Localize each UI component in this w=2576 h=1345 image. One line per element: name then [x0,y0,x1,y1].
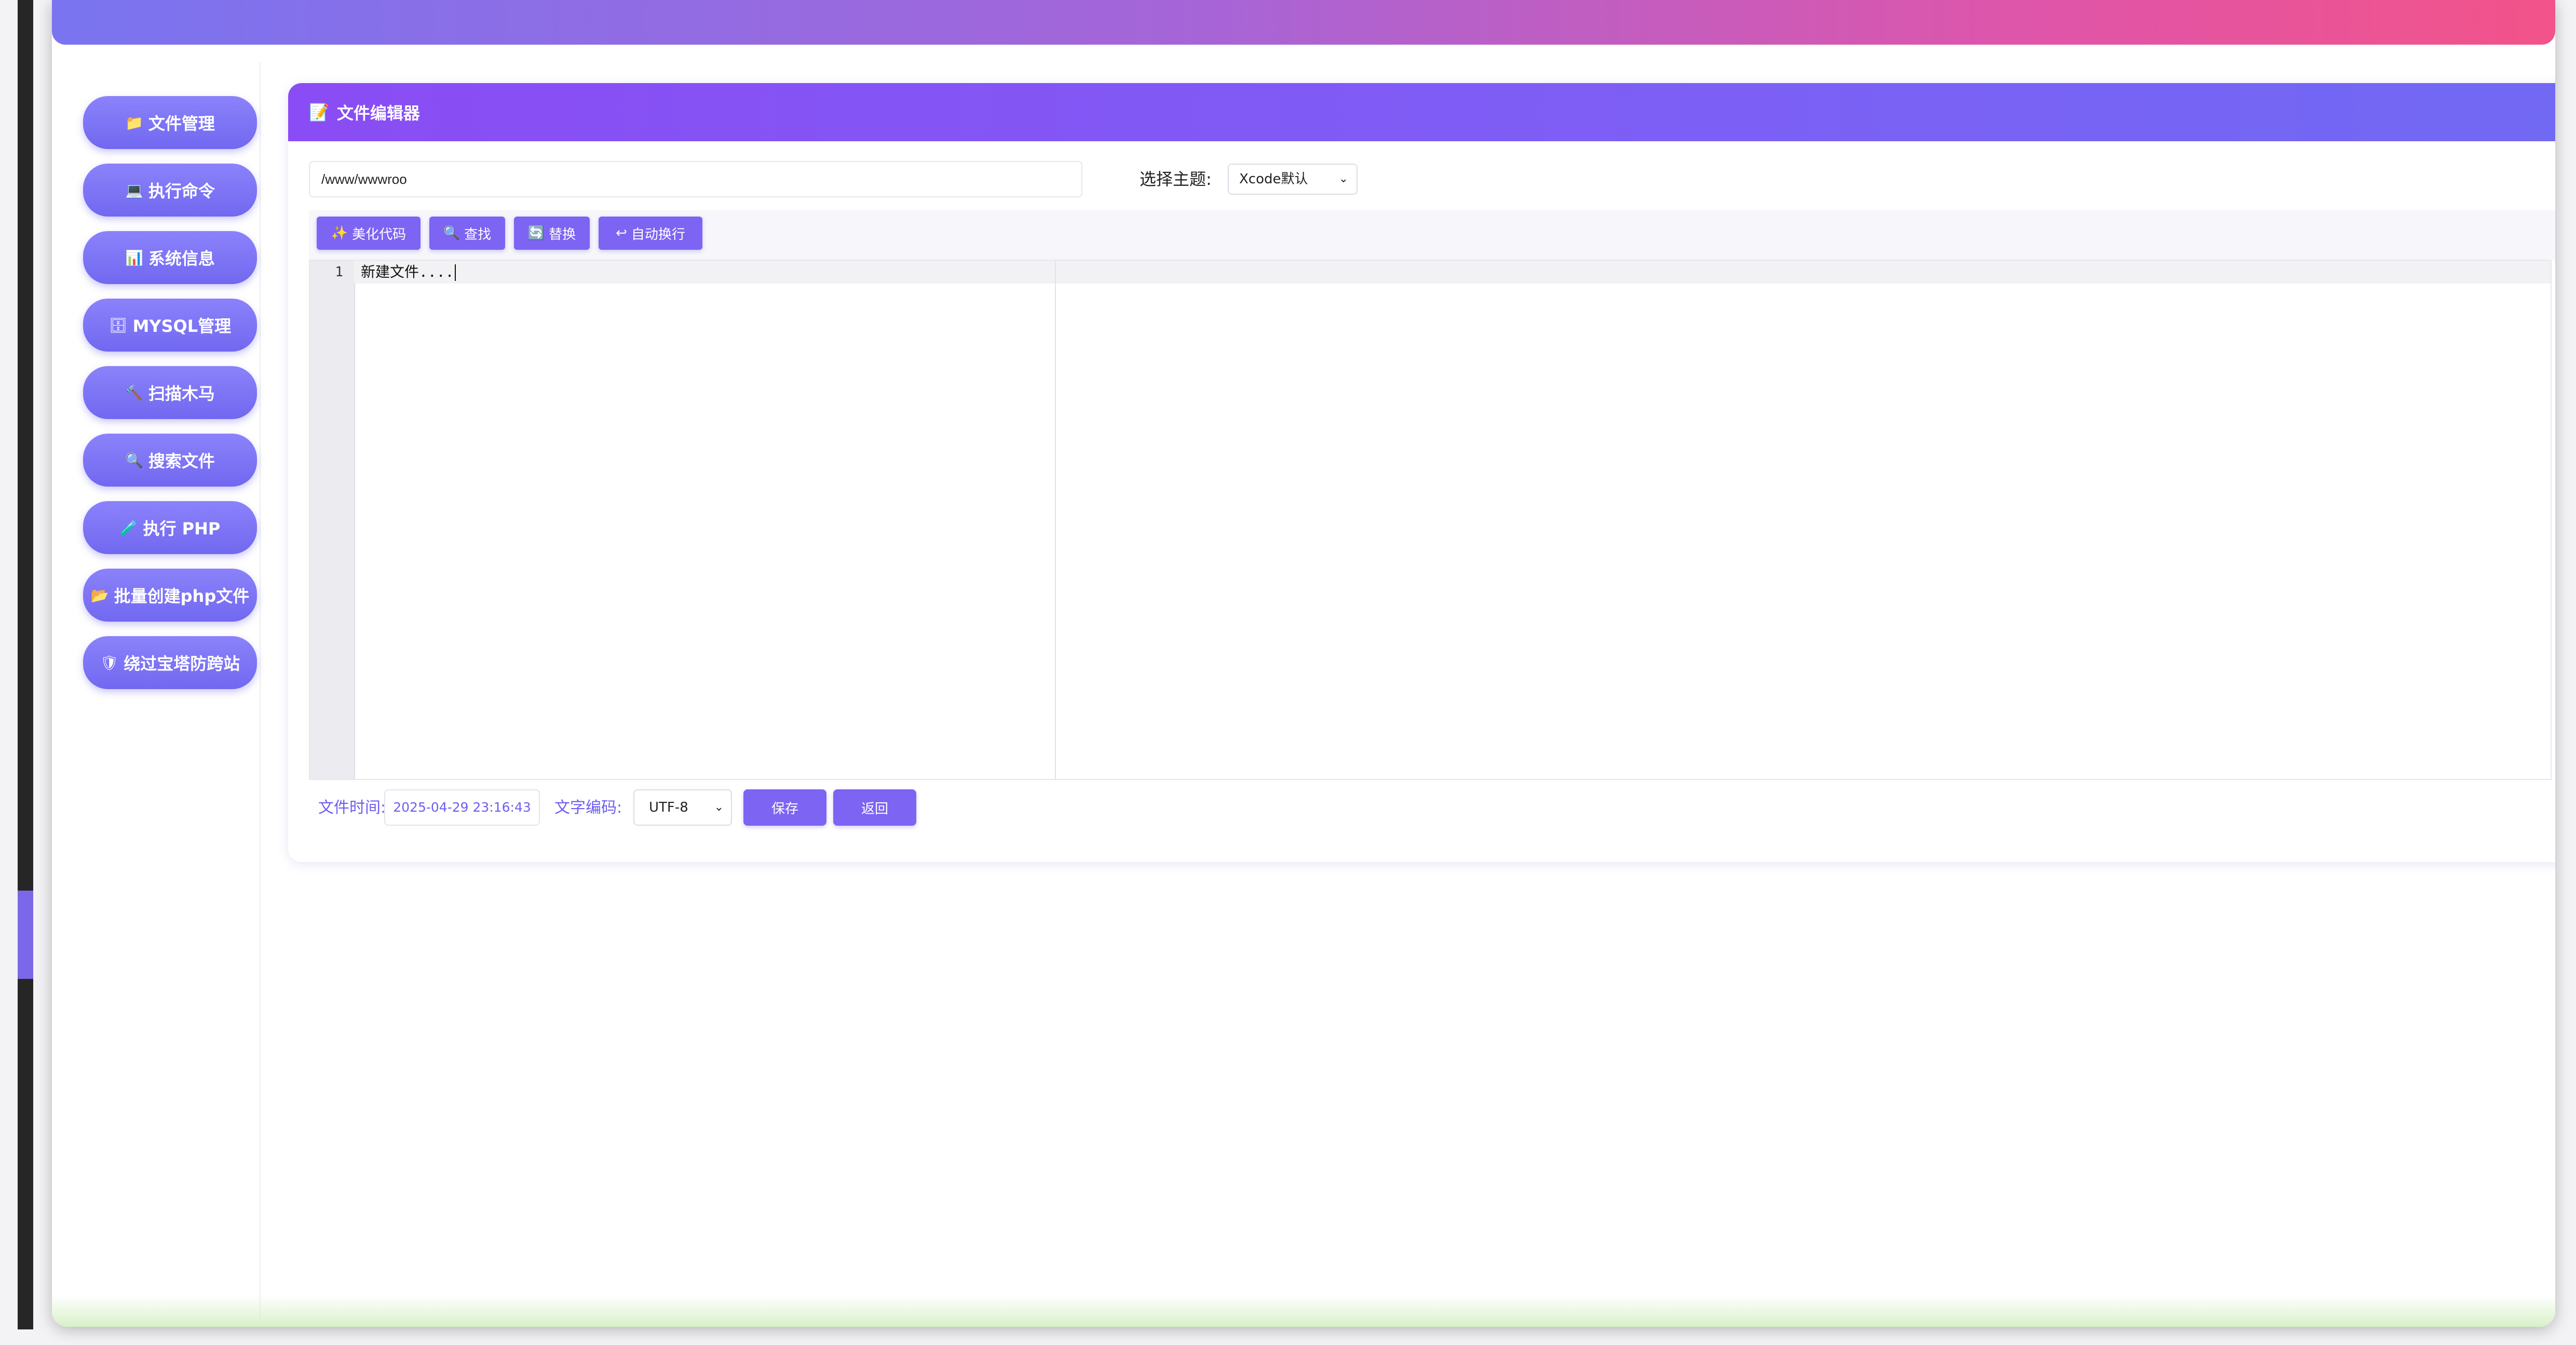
test-tube-icon: 🧪 [119,519,138,536]
chevron-down-icon: ⌄ [714,801,724,814]
replace-button[interactable]: 🔄 替换 [514,217,590,250]
sidebar-item-scan-trojan[interactable]: 🔨 扫描木马 [83,366,257,419]
sidebar-item-execute-php[interactable]: 🧪 执行 PHP [83,501,257,554]
sparkles-icon: ✨ [331,225,348,241]
beautify-code-button[interactable]: ✨ 美化代码 [317,217,421,250]
line-number-gutter: 1 [310,261,355,779]
encoding-label: 文字编码: [554,799,622,817]
encoding-select-value: UTF-8 [649,800,688,815]
code-line[interactable]: 新建文件.... [361,261,456,284]
sidebar-item-search-files[interactable]: 🔍 搜索文件 [83,434,257,487]
search-icon: 🔍 [125,451,143,469]
chevron-down-icon: ⌄ [1338,172,1348,185]
sidebar-item-execute-command[interactable]: 💻 执行命令 [83,164,257,217]
panel-header: 📝 文件编辑器 [288,83,2555,141]
theme-label: 选择主题: [1140,169,1212,189]
encoding-select[interactable]: UTF-8 ⌄ [633,789,732,826]
file-editor-panel: 📝 文件编辑器 选择主题: Xcode默认 ⌄ ✨ 美化代码 🔍 查找 🔄 替换… [288,83,2555,862]
panel-title: 文件编辑器 [336,103,420,123]
word-wrap-button[interactable]: ↩ 自动换行 [599,217,702,250]
database-icon: 🗄 [109,316,128,334]
editor-toolbar: ✨ 美化代码 🔍 查找 🔄 替换 ↩ 自动换行 [309,210,2555,260]
line-number: 1 [335,264,343,280]
refresh-icon: 🔄 [527,225,545,241]
button-label: 查找 [464,226,492,243]
editor-footer: 文件时间: 2025-04-29 23:16:43 文字编码: UTF-8 ⌄ … [309,789,1347,831]
back-button[interactable]: 返回 [833,789,916,826]
wrap-icon: ↩ [616,225,627,241]
chart-icon: 📊 [125,249,143,266]
sidebar-item-label: 绕过宝塔防跨站 [124,654,240,674]
sidebar-item-bypass-baota[interactable]: 🛡 绕过宝塔防跨站 [83,636,257,689]
memo-icon: 📝 [309,102,330,122]
editor-splitter[interactable] [1055,261,1056,779]
open-folder-icon: 📂 [90,586,109,604]
code-text: 新建文件.... [361,263,454,280]
file-path-input[interactable] [309,161,1082,197]
sidebar-item-label: 系统信息 [148,249,215,268]
shield-icon: 🛡 [100,654,119,671]
background-window-edge [18,0,33,1329]
sidebar-item-mysql[interactable]: 🗄 MYSQL管理 [83,299,257,352]
save-button[interactable]: 保存 [743,789,826,826]
sidebar-item-system-info[interactable]: 📊 系统信息 [83,231,257,284]
theme-select-value: Xcode默认 [1239,171,1308,187]
sidebar-item-label: 扫描木马 [148,384,215,403]
text-cursor [455,264,456,281]
find-button[interactable]: 🔍 查找 [429,217,505,250]
bottom-glow [52,1296,2555,1327]
app-window: 📁 文件管理 💻 执行命令 📊 系统信息 🗄 MYSQL管理 🔨 扫描木马 🔍 … [52,0,2555,1327]
button-label: 自动换行 [631,226,685,243]
folder-icon: 📁 [125,114,143,131]
code-editor[interactable]: 1 新建文件.... [309,260,2552,780]
sidebar-item-label: 执行 PHP [143,519,221,539]
search-icon: 🔍 [443,225,460,241]
file-time-field[interactable]: 2025-04-29 23:16:43 [384,789,540,826]
sidebar-item-file-manager[interactable]: 📁 文件管理 [83,96,257,149]
sidebar-item-label: 搜索文件 [148,451,215,471]
top-banner [52,0,2555,45]
button-label: 替换 [549,226,576,243]
sidebar: 📁 文件管理 💻 执行命令 📊 系统信息 🗄 MYSQL管理 🔨 扫描木马 🔍 … [52,62,261,1327]
active-line-highlight [354,261,2551,284]
file-time-label: 文件时间: [318,799,386,817]
sidebar-item-batch-create-php[interactable]: 📂 批量创建php文件 [83,569,257,622]
sidebar-item-label: 文件管理 [148,114,215,133]
laptop-icon: 💻 [125,181,143,199]
sidebar-item-label: 执行命令 [148,181,215,201]
button-label: 美化代码 [352,226,406,243]
sidebar-item-label: 批量创建php文件 [114,586,250,606]
background-window-accent [18,891,33,979]
sidebar-item-label: MYSQL管理 [132,316,232,336]
hammer-icon: 🔨 [125,384,143,401]
theme-select[interactable]: Xcode默认 ⌄ [1228,164,1358,195]
